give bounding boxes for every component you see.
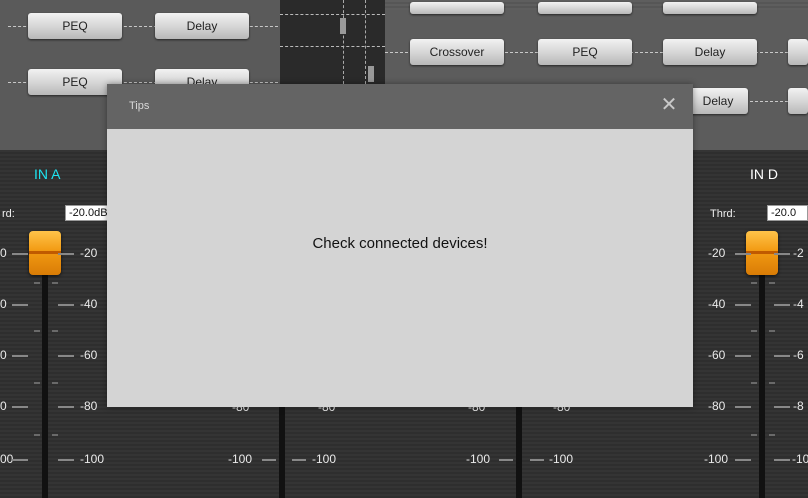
threshold-label: Thrd: xyxy=(710,208,736,220)
tick xyxy=(58,304,74,306)
tick xyxy=(262,459,276,461)
scale-label: 0 xyxy=(0,297,7,311)
minor-tick xyxy=(52,434,58,436)
minor-tick xyxy=(34,282,40,284)
scale-label: 0 xyxy=(0,399,7,413)
fader-knob[interactable] xyxy=(29,231,61,275)
dialog-message: Check connected devices! xyxy=(312,235,488,252)
routing-handle[interactable] xyxy=(340,18,346,34)
tick xyxy=(58,253,74,255)
minor-tick xyxy=(769,434,775,436)
threshold-label: rd: xyxy=(2,208,15,220)
tick xyxy=(774,304,790,306)
delay-button[interactable]: Delay xyxy=(688,88,748,114)
top-button[interactable] xyxy=(663,2,757,14)
minor-tick xyxy=(34,382,40,384)
scale-label: -100 xyxy=(228,452,253,466)
dialog-header: Tips ✕ xyxy=(107,84,693,129)
tick xyxy=(774,253,790,255)
peq-button[interactable]: PEQ xyxy=(28,13,122,39)
scale-label: -60 xyxy=(80,348,98,362)
crossover-button[interactable]: Crossover xyxy=(410,39,504,65)
threshold-input[interactable]: -20.0dB xyxy=(65,205,109,221)
scale-label: -80 xyxy=(708,399,726,413)
routing-handle[interactable] xyxy=(368,66,374,82)
tick xyxy=(12,253,28,255)
scale-label: -20 xyxy=(80,246,98,260)
tick xyxy=(292,459,306,461)
scale-label: -80 xyxy=(80,399,98,413)
tick xyxy=(12,304,28,306)
scale-label: -100 xyxy=(312,452,337,466)
top-button[interactable] xyxy=(538,2,632,14)
tick xyxy=(499,459,513,461)
scale-label: 0 xyxy=(0,348,7,362)
top-button[interactable] xyxy=(410,2,504,14)
tick xyxy=(735,355,751,357)
tick xyxy=(774,355,790,357)
channel-label-in-a: IN A xyxy=(34,166,61,182)
tick xyxy=(735,459,751,461)
scale-label: -20 xyxy=(708,246,726,260)
tips-dialog: Tips ✕ Check connected devices! xyxy=(107,84,693,407)
tick xyxy=(735,406,751,408)
tick xyxy=(12,406,28,408)
scale-label: -100 xyxy=(704,452,729,466)
scale-label: 0 xyxy=(0,246,7,260)
grid-line xyxy=(280,46,385,47)
tick xyxy=(58,355,74,357)
peq-button[interactable]: PEQ xyxy=(538,39,632,65)
scale-label: -10 xyxy=(792,452,808,466)
minor-tick xyxy=(34,434,40,436)
minor-tick xyxy=(751,282,757,284)
minor-tick xyxy=(769,282,775,284)
tick xyxy=(530,459,544,461)
scale-label: -100 xyxy=(80,452,105,466)
fader-track xyxy=(279,404,285,498)
tick xyxy=(735,253,751,255)
more-button[interactable] xyxy=(788,39,808,65)
channel-label-in-d: IN D xyxy=(750,166,778,182)
grid-line xyxy=(280,14,385,15)
scale-label: -40 xyxy=(708,297,726,311)
minor-tick xyxy=(52,382,58,384)
scale-label: -60 xyxy=(708,348,726,362)
minor-tick xyxy=(751,434,757,436)
minor-tick xyxy=(769,330,775,332)
scale-label: -6 xyxy=(793,348,804,362)
threshold-input[interactable]: -20.0 xyxy=(767,205,808,221)
scale-label: -100 xyxy=(466,452,491,466)
minor-tick xyxy=(769,382,775,384)
delay-button[interactable]: Delay xyxy=(155,13,249,39)
tick xyxy=(12,459,28,461)
tick xyxy=(774,459,790,461)
scale-label: -4 xyxy=(793,297,804,311)
tick xyxy=(774,406,790,408)
scale-label: -40 xyxy=(80,297,98,311)
scale-label: -2 xyxy=(793,246,804,260)
tick xyxy=(12,355,28,357)
fader-track xyxy=(516,404,522,498)
minor-tick xyxy=(52,330,58,332)
more-button[interactable] xyxy=(788,88,808,114)
tick xyxy=(58,459,74,461)
dialog-title: Tips xyxy=(129,100,150,112)
scale-label: -100 xyxy=(549,452,574,466)
minor-tick xyxy=(34,330,40,332)
minor-tick xyxy=(751,382,757,384)
scale-label: -8 xyxy=(793,399,804,413)
tick xyxy=(735,304,751,306)
tick xyxy=(58,406,74,408)
close-icon[interactable]: ✕ xyxy=(659,94,679,116)
minor-tick xyxy=(751,330,757,332)
delay-button[interactable]: Delay xyxy=(663,39,757,65)
minor-tick xyxy=(52,282,58,284)
